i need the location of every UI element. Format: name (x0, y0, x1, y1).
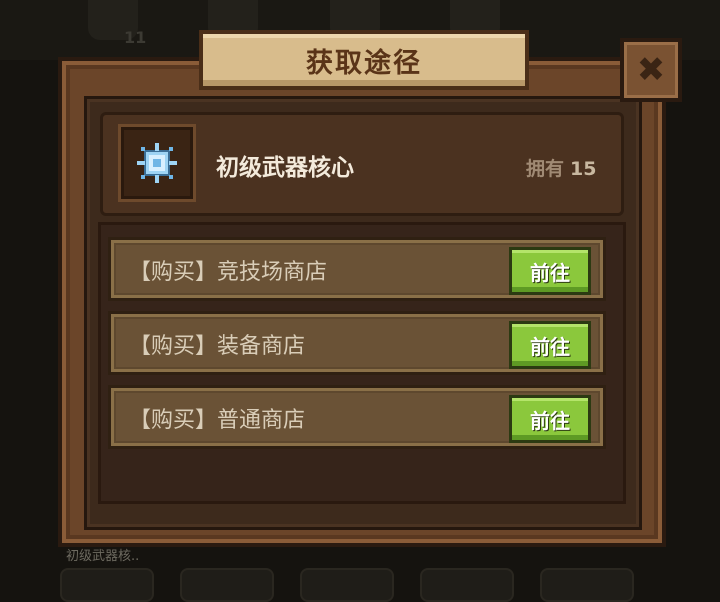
weapon-core-crystal-icon (137, 143, 177, 183)
background-caption: 初级武器核.. (66, 549, 140, 564)
close-button[interactable]: ✖ (620, 38, 682, 102)
owned-count: 拥有 15 (526, 154, 596, 181)
source-row-arena-shop: 【购买】竞技场商店 前往 (108, 237, 606, 301)
owned-number: 15 (570, 158, 597, 180)
go-button-label: 前往 (530, 408, 570, 433)
background-slot (540, 568, 634, 602)
source-row-general-shop: 【购买】普通商店 前往 (108, 385, 606, 449)
dialog-title-tab: 获取途径 (199, 30, 529, 90)
background-count: 11 (124, 28, 147, 47)
background-slot (300, 568, 394, 602)
source-label: 【购买】普通商店 (129, 408, 306, 433)
dialog-title: 获取途径 (306, 47, 422, 79)
owned-label: 拥有 (526, 158, 565, 180)
item-name: 初级武器核心 (216, 155, 354, 181)
close-x-icon: ✖ (636, 50, 666, 90)
go-button-label: 前往 (530, 334, 570, 359)
go-button-general-shop[interactable]: 前往 (509, 395, 591, 443)
background-slot (60, 568, 154, 602)
item-icon-slot (118, 124, 196, 202)
source-label: 【购买】装备商店 (129, 334, 306, 359)
background-slot (420, 568, 514, 602)
go-button-label: 前往 (530, 260, 570, 285)
source-row-equipment-shop: 【购买】装备商店 前往 (108, 311, 606, 375)
go-button-arena-shop[interactable]: 前往 (509, 247, 591, 295)
go-button-equipment-shop[interactable]: 前往 (509, 321, 591, 369)
background-slot (180, 568, 274, 602)
source-label: 【购买】竞技场商店 (129, 260, 328, 285)
